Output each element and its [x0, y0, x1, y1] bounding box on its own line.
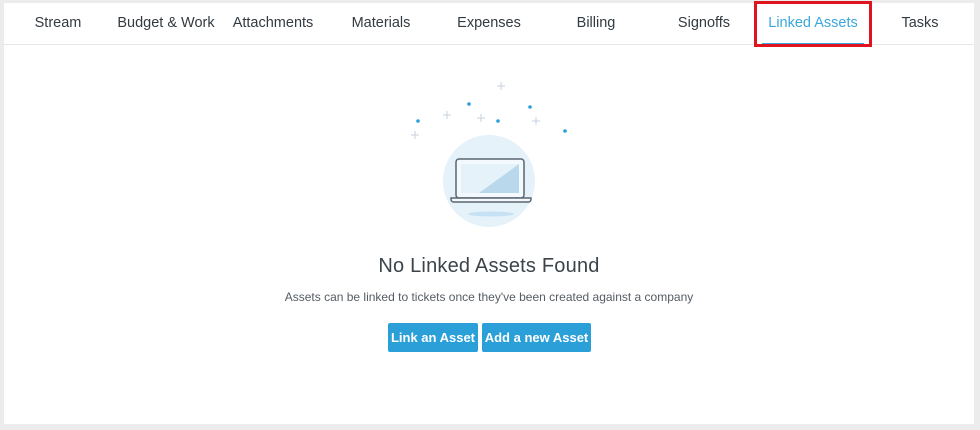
tab-linked-assets[interactable]: Linked Assets [756, 3, 870, 45]
tab-expenses[interactable]: Expenses [452, 3, 526, 45]
active-tab-indicator [762, 43, 864, 45]
tab-label: Tasks [901, 15, 939, 31]
tab-billing[interactable]: Billing [568, 3, 624, 45]
empty-state-title: No Linked Assets Found [378, 255, 600, 277]
tab-attachments[interactable]: Attachments [230, 3, 316, 45]
tab-label: Budget & Work [117, 15, 215, 31]
tab-materials[interactable]: Materials [346, 3, 416, 45]
tab-label: Linked Assets [768, 15, 858, 31]
tab-label: Materials [351, 15, 411, 31]
tab-bar: Stream Budget & Work Attachments Materia… [4, 1, 974, 47]
decoration-dots [416, 102, 567, 133]
empty-state-description: Assets can be linked to tickets once the… [284, 290, 694, 304]
tab-label: Billing [576, 15, 616, 31]
decoration-plus-icons [411, 82, 540, 139]
ticket-panel: Stream Budget & Work Attachments Materia… [4, 1, 974, 424]
empty-state-illustration [411, 82, 567, 227]
tab-budget-work[interactable]: Budget & Work [114, 3, 218, 45]
tab-tasks[interactable]: Tasks [892, 3, 948, 45]
tab-stream[interactable]: Stream [26, 3, 90, 45]
tab-label: Attachments [232, 15, 314, 31]
tab-signoffs[interactable]: Signoffs [668, 3, 740, 45]
add-asset-button[interactable]: Add a new Asset [482, 323, 591, 352]
tab-label: Expenses [457, 15, 521, 31]
laptop-icon [450, 158, 532, 203]
tab-label: Signoffs [677, 15, 731, 31]
link-asset-button[interactable]: Link an Asset [388, 323, 478, 352]
tab-label: Stream [34, 15, 82, 31]
laptop-shadow [468, 211, 514, 217]
